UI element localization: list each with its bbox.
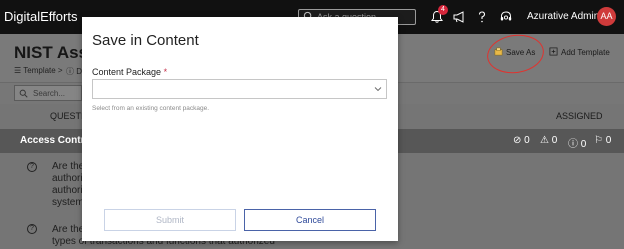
breadcrumb-template[interactable]: Template >	[23, 66, 62, 75]
stat-flag-count: 0	[605, 135, 612, 146]
stat-completed-count: 0	[524, 135, 530, 146]
column-header-question[interactable]: QUESTI	[50, 111, 84, 121]
dialog-title: Save in Content	[92, 32, 199, 49]
question-icon: ?	[27, 162, 37, 172]
breadcrumb-current: ⓘ D	[66, 66, 82, 77]
stat-completed: ⊘ 0	[513, 135, 530, 146]
filter-placeholder: Search...	[33, 89, 66, 98]
required-marker: *	[163, 67, 168, 77]
stat-warning: ⚠ 0	[540, 135, 558, 146]
stat-info: ⓘ 0	[568, 139, 587, 150]
content-package-label-text: Content Package	[92, 67, 162, 77]
list-icon: ☰	[14, 66, 24, 75]
stat-warning-count: 0	[551, 135, 558, 146]
cancel-button[interactable]: Cancel	[244, 209, 376, 231]
support-headset-icon[interactable]	[499, 10, 513, 24]
add-template-icon	[549, 47, 558, 56]
save-in-content-dialog: Save in Content Content Package * Select…	[82, 17, 398, 241]
help-circle-icon: ⓘ	[66, 67, 77, 76]
helper-text: Select from an existing content package.	[92, 105, 210, 112]
notification-badge: 4	[438, 5, 448, 15]
filter-search-input[interactable]: Search...	[14, 85, 82, 101]
megaphone-icon[interactable]	[452, 10, 466, 24]
chevron-down-icon	[374, 87, 382, 92]
stat-flag: ⚐ 0	[594, 135, 612, 146]
column-header-assigned[interactable]: ASSIGNED	[556, 111, 603, 121]
stat-info-count: 0	[580, 139, 587, 150]
help-icon[interactable]	[475, 10, 489, 24]
user-name[interactable]: Azurative Admin	[527, 11, 599, 22]
content-package-select[interactable]	[92, 79, 387, 99]
breadcrumb: ☰ Template >	[14, 66, 63, 75]
add-template-label: Add Template	[561, 48, 610, 57]
avatar[interactable]: AA	[597, 7, 616, 26]
search-icon	[19, 89, 28, 98]
brand-name[interactable]: DigitalEfforts	[4, 9, 77, 24]
submit-button[interactable]: Submit	[104, 209, 236, 231]
question-icon: ?	[27, 224, 37, 234]
add-template-button[interactable]: Add Template	[549, 47, 610, 57]
content-package-label: Content Package *	[92, 67, 167, 77]
